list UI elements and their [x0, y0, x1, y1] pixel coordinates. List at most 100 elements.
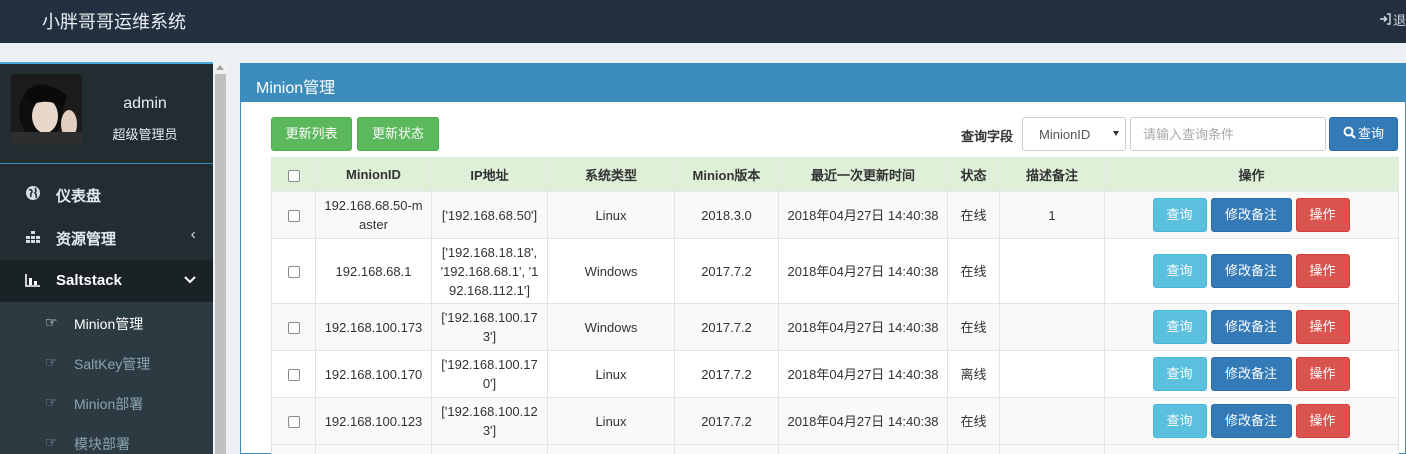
column-header[interactable]: 状态 [947, 157, 1000, 192]
row-operate-button[interactable]: 操作 [1295, 404, 1350, 438]
cell-minion-id: 192.168.100.123 [315, 397, 432, 445]
panel-header: Minion管理 [241, 64, 1406, 102]
logout-link[interactable]: 退 [1379, 10, 1406, 29]
cell-status: 离线 [947, 350, 1000, 398]
column-header[interactable]: 描述备注 [999, 157, 1105, 192]
search-input[interactable] [1130, 117, 1326, 151]
row-query-button[interactable]: 查询 [1152, 357, 1207, 391]
table-row: 192.168.100.173 ['192.168.100.173'] Window… [271, 303, 1399, 351]
table-row-partial [271, 444, 1399, 454]
cell-os: Windows [547, 238, 675, 304]
caret-down-icon [1113, 131, 1119, 136]
row-checkbox[interactable] [287, 416, 300, 429]
cell-minion-id: 192.168.100.170 [315, 350, 432, 398]
cell-ip: ['192.168.100.173'] [431, 303, 548, 351]
cell-actions: 查询 修改备注 操作 [1104, 238, 1399, 304]
refresh-list-button[interactable]: 更新列表 [271, 117, 352, 151]
row-operate-button[interactable]: 操作 [1295, 254, 1350, 288]
sidebar-item-resources[interactable]: 资源管理 ‹ [0, 216, 213, 258]
sidebar-subitem-module-deploy[interactable]: ☞ 模块部署 [0, 422, 213, 454]
column-header[interactable]: IP地址 [431, 157, 548, 192]
row-select-cell [271, 191, 316, 239]
search-field-label: 查询字段 [961, 129, 1014, 144]
row-edit-note-button[interactable]: 修改备注 [1210, 254, 1292, 288]
column-header[interactable]: 系统类型 [547, 157, 675, 192]
cell-version: 2017.7.2 [674, 303, 779, 351]
cell-updated: 2018年04月27日 14:40:38 [778, 303, 948, 351]
page-title: Minion管理 [256, 80, 336, 97]
search-icon [1343, 119, 1356, 151]
row-operate-button[interactable]: 操作 [1295, 357, 1350, 391]
row-checkbox[interactable] [287, 369, 300, 382]
cell-status: 在线 [947, 397, 1000, 445]
cell-status: 在线 [947, 303, 1000, 351]
sidebar-item-dashboard[interactable]: 仪表盘 [0, 173, 213, 215]
select-all-cell [271, 157, 316, 192]
user-panel: admin 超级管理员 [0, 64, 213, 164]
minion-panel: Minion管理 更新列表 更新状态 查询字段 MinionID 查询 Mini… [240, 63, 1406, 454]
row-edit-note-button[interactable]: 修改备注 [1210, 310, 1292, 344]
sidebar-subitem-minion-manage[interactable]: ☞ Minion管理 [0, 302, 213, 342]
cell-updated: 2018年04月27日 14:40:38 [778, 350, 948, 398]
cell-status: 在线 [947, 238, 1000, 304]
row-edit-note-button[interactable]: 修改备注 [1210, 404, 1292, 438]
cell-minion-id: 192.168.100.173 [315, 303, 432, 351]
cell-os: Windows [547, 303, 675, 351]
cell-ip: ['192.168.68.50'] [431, 191, 548, 239]
cell-actions: 查询 修改备注 操作 [1104, 350, 1399, 398]
sidebar-subitem-label: Minion部署 [74, 396, 144, 412]
cell-updated: 2018年04月27日 14:40:38 [778, 397, 948, 445]
app-title[interactable]: 小胖哥哥运维系统 [42, 8, 186, 34]
row-operate-button[interactable]: 操作 [1295, 310, 1350, 344]
row-query-button[interactable]: 查询 [1152, 254, 1207, 288]
table-row: 192.168.100.170 ['192.168.100.170'] Linux 2… [271, 350, 1399, 398]
row-checkbox[interactable] [287, 210, 300, 223]
sidebar-item-label: 资源管理 [56, 231, 117, 248]
sidebar-subitem-minion-deploy[interactable]: ☞ Minion部署 [0, 382, 213, 422]
search-button[interactable]: 查询 [1329, 117, 1398, 151]
scrollbar-thumb[interactable] [215, 74, 226, 454]
cell-note [999, 350, 1105, 398]
sidebar-subitem-label: 模块部署 [74, 436, 130, 452]
row-query-button[interactable]: 查询 [1152, 310, 1207, 344]
cell-minion-id: 192.168.68.1 [315, 238, 432, 304]
sidebar-scrollbar[interactable] [213, 62, 228, 454]
sign-out-icon [1379, 13, 1391, 28]
search-field-select[interactable]: MinionID [1022, 117, 1126, 151]
select-all-checkbox[interactable] [287, 169, 300, 182]
user-role: 超级管理员 [112, 127, 178, 142]
row-checkbox[interactable] [287, 266, 300, 279]
hand-point-right-icon: ☞ [45, 354, 58, 370]
table-row: 192.168.100.123 ['192.168.100.123'] Linux 2… [271, 397, 1399, 445]
row-query-button[interactable]: 查询 [1152, 404, 1207, 438]
column-header[interactable]: MinionID [315, 157, 432, 192]
row-query-button[interactable]: 查询 [1152, 198, 1207, 232]
row-action-group: 查询 修改备注 操作 [1152, 310, 1352, 344]
sidebar-item-label: 仪表盘 [56, 188, 102, 205]
row-edit-note-button[interactable]: 修改备注 [1210, 357, 1292, 391]
refresh-status-button[interactable]: 更新状态 [357, 117, 439, 151]
cell-ip: ['192.168.100.170'] [431, 350, 548, 398]
search-button-label: 查询 [1357, 126, 1384, 141]
hand-point-right-icon: ☞ [45, 434, 58, 450]
sidebar-subitem-saltkey-manage[interactable]: ☞ SaltKey管理 [0, 342, 213, 382]
column-header[interactable]: Minion版本 [674, 157, 779, 192]
cell-ip: ['192.168.18.18', '192.168.68.1', '192.1… [431, 238, 548, 304]
row-checkbox[interactable] [287, 322, 300, 335]
table-header-row: MinionID IP地址 系统类型 Minion版本 最近一次更新时间 状态 … [271, 157, 1399, 192]
table-row: 192.168.68.50-master ['192.168.68.50'] Lin… [271, 191, 1399, 239]
column-header: 操作 [1104, 157, 1399, 192]
sidebar-item-label: Saltstack [56, 272, 122, 289]
top-navbar: 小胖哥哥运维系统 退 [0, 0, 1406, 43]
scroll-up-arrow-icon[interactable] [216, 65, 224, 70]
avatar [11, 74, 82, 145]
row-operate-button[interactable]: 操作 [1295, 198, 1350, 232]
chevron-down-icon [184, 270, 196, 291]
column-header[interactable]: 最近一次更新时间 [778, 157, 948, 192]
cell-updated: 2018年04月27日 14:40:38 [778, 191, 948, 239]
cell-version: 2017.7.2 [674, 350, 779, 398]
globe-icon [25, 185, 43, 203]
hand-point-right-icon: ☞ [45, 394, 58, 410]
sidebar-item-saltstack[interactable]: Saltstack [0, 260, 213, 302]
row-edit-note-button[interactable]: 修改备注 [1210, 198, 1292, 232]
